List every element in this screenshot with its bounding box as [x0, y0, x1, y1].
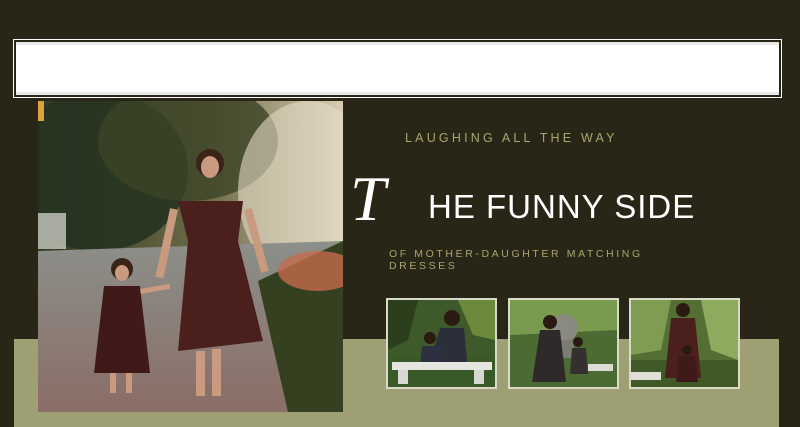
headline-title: T HE FUNNY SIDE: [350, 167, 770, 235]
subtitle-text: OF MOTHER-DAUGHTER MATCHING DRESSES: [389, 248, 643, 272]
headline-script-letter: T: [350, 163, 386, 234]
kicker-text: LAUGHING ALL THE WAY: [405, 131, 618, 145]
thumbnail-bench: [386, 298, 497, 389]
hero-photo: [38, 101, 343, 412]
headline-title-text: HE FUNNY SIDE: [428, 188, 696, 225]
top-banner-bar: [16, 42, 779, 95]
thumbnail-standing: [629, 298, 740, 389]
thumbnail-garden-statue: [508, 298, 619, 389]
